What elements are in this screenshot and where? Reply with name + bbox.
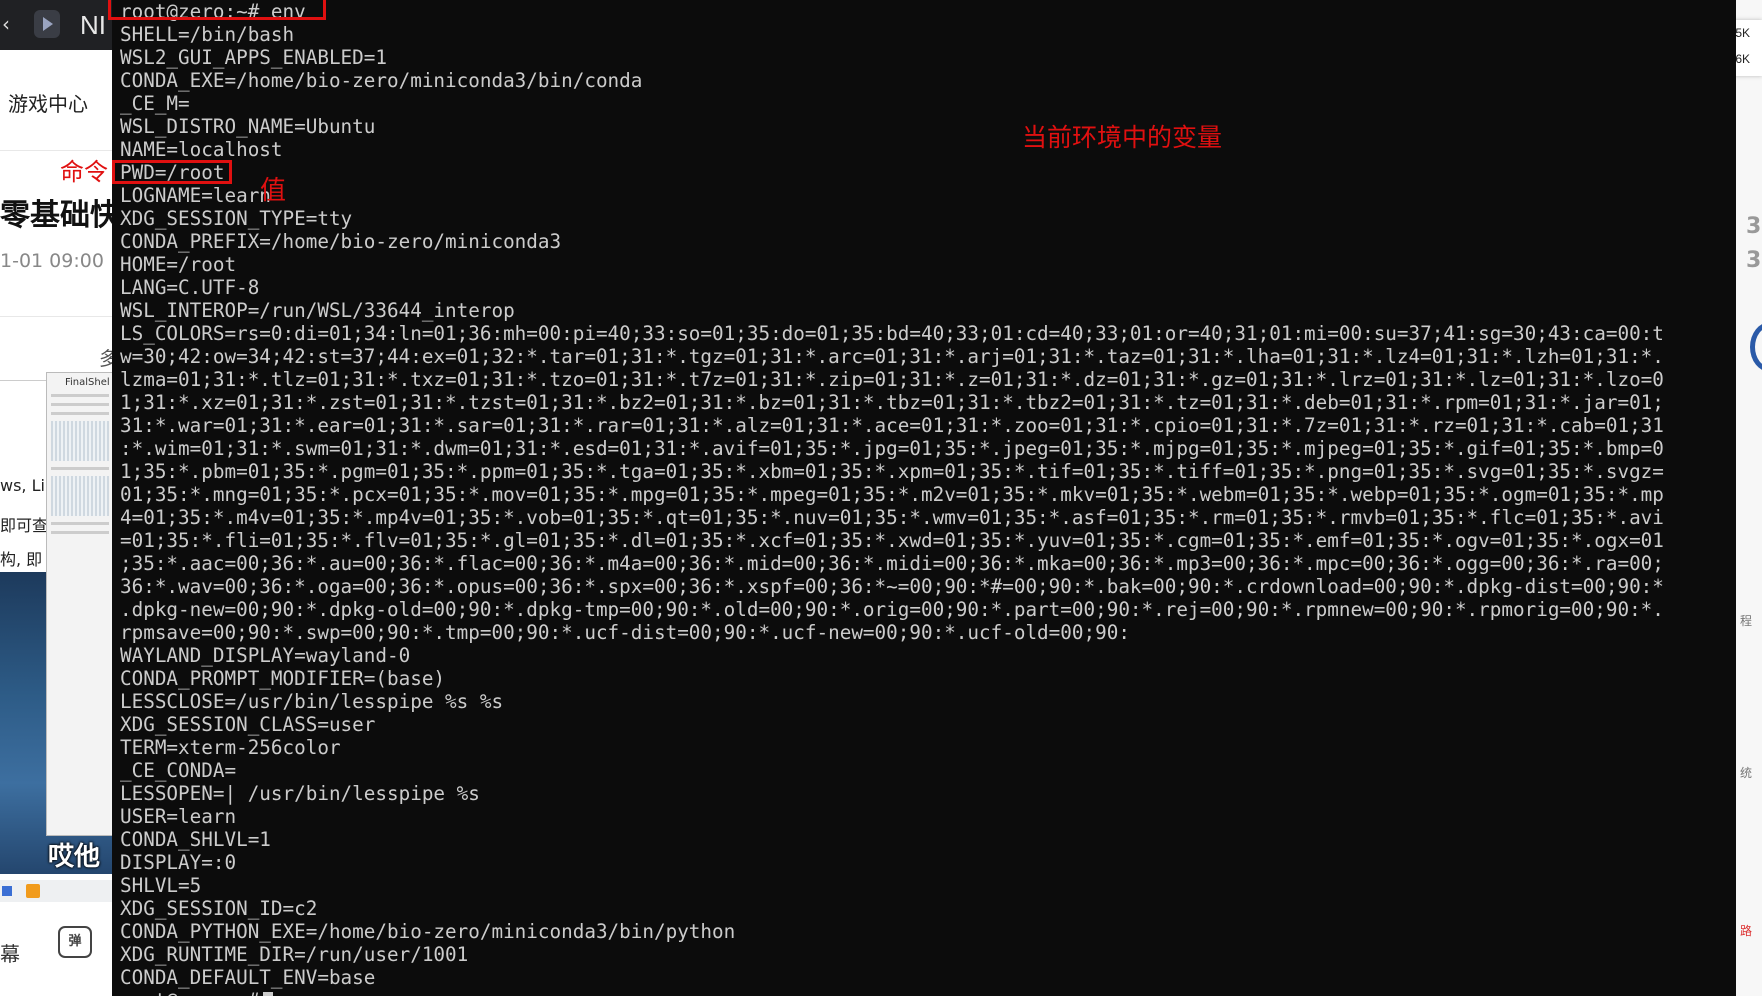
env-variable-line: LANG=C.UTF-8: [120, 276, 260, 299]
env-variable-line: =01;35:*.fli=01;35:*.flv=01;35:*.gl=01;3…: [120, 529, 1664, 552]
command-line: root@zero:~# env: [120, 0, 306, 23]
env-variable-line: NAME=localhost: [120, 138, 283, 161]
env-variable-line: WSL_DISTRO_NAME=Ubuntu: [120, 115, 376, 138]
article-date: 1-01 09:00: [0, 250, 104, 272]
divider: [0, 316, 112, 317]
env-variable-line: _CE_CONDA=: [120, 759, 237, 782]
env-variable-line: WAYLAND_DISPLAY=wayland-0: [120, 644, 411, 667]
value-annotation: 值: [260, 176, 287, 206]
env-variable-line: 1;31:*.xz=01;31:*.zst=01;31:*.tzst=01;31…: [120, 391, 1664, 414]
env-variable-line: SHELL=/bin/bash: [120, 23, 295, 46]
browser-tab-title[interactable]: NI: [80, 10, 106, 41]
divider: [0, 150, 112, 151]
env-variable-line: XDG_SESSION_ID=c2: [120, 897, 318, 920]
play-icon[interactable]: [26, 884, 40, 898]
background-fragment: 3: [1746, 214, 1762, 239]
danmu-label: 幕: [0, 942, 20, 966]
env-variable-line: LESSOPEN=| /usr/bin/lesspipe %s: [120, 782, 480, 805]
more-text: 多: [99, 348, 112, 370]
video-control-area: [0, 874, 112, 996]
env-variable-line: SHLVL=5: [120, 874, 202, 897]
env-variable-line: lzma=01;31:*.tlz=01;31:*.txz=01;31:*.tzo…: [120, 368, 1664, 391]
env-variable-line: LS_COLORS=rs=0:di=01;34:ln=01;36:mh=00:p…: [120, 322, 1664, 345]
env-variable-line: XDG_SESSION_TYPE=tty: [120, 207, 353, 230]
env-variable-line: DISPLAY=:0: [120, 851, 237, 874]
env-variable-line: rpmsave=00;90:*.swp=00;90:*.tmp=00;90:*.…: [120, 621, 1130, 644]
env-variable-line: CONDA_DEFAULT_ENV=base: [120, 966, 376, 989]
env-variable-line: LESSCLOSE=/usr/bin/lesspipe %s %s: [120, 690, 504, 713]
finalshell-window: FinalShel: [46, 372, 112, 836]
background-fragment: 路: [1740, 924, 1753, 938]
env-variables-annotation: 当前环境中的变量: [1022, 123, 1223, 152]
background-browser-window: ‹ NI 游戏中心 零基础快 1-01 09:00 多 ws, Lir 即可查 …: [0, 0, 112, 996]
env-variable-line: CONDA_SHLVL=1: [120, 828, 271, 851]
background-fragment: 程: [1740, 614, 1753, 628]
env-variable-line: :*.wim=01;31:*.swm=01;31:*.dwm=01;31:*.e…: [120, 437, 1664, 460]
background-right-window: 3 3 程 统 路: [1736, 0, 1762, 996]
env-variable-line: 36:*.wav=00;36:*.oga=00;36:*.opus=00;36:…: [120, 575, 1664, 598]
terminal-window[interactable]: root@zero:~# env SHELL=/bin/bash WSL2_GUI_…: [112, 0, 1736, 996]
finalshell-cpu-chart: [51, 421, 109, 461]
env-variable-line: CONDA_EXE=/home/bio-zero/miniconda3/bin/…: [120, 69, 643, 92]
article-text-line: ws, Lir: [0, 476, 52, 495]
env-variable-line: XDG_SESSION_CLASS=user: [120, 713, 376, 736]
background-logo-icon: [1750, 322, 1762, 372]
env-variable-line: CONDA_PROMPT_MODIFIER=(base): [120, 667, 446, 690]
env-variable-line: 1;35:*.pbm=01;35:*.pgm=01;35:*.ppm=01;35…: [120, 460, 1664, 483]
finalshell-info-line: [51, 403, 109, 406]
env-variable-line: LOGNAME=learn: [120, 184, 271, 207]
env-variable-line: 01;35:*.mng=01;35:*.pcx=01;35:*.mov=01;3…: [120, 483, 1664, 506]
pwd-highlight-box: [112, 160, 232, 184]
video-subtitle: 哎他: [48, 842, 101, 872]
env-variable-line: CONDA_PYTHON_EXE=/home/bio-zero/minicond…: [120, 920, 736, 943]
player-toolbar: [0, 880, 112, 902]
env-variable-line: w=30;42:ow=34;42:st=37;44:ex=01;32:*.tar…: [120, 345, 1664, 368]
article-text-line: 构, 即: [0, 550, 43, 569]
finalshell-info-line: [51, 412, 109, 415]
finalshell-title: FinalShel: [65, 377, 110, 388]
env-variable-line: XDG_RUNTIME_DIR=/run/user/1001: [120, 943, 469, 966]
env-variable-line: PWD=/root: [120, 161, 225, 184]
finalshell-info-line: [51, 522, 109, 525]
env-variable-line: _CE_M=: [120, 92, 190, 115]
background-fragment: 统: [1740, 766, 1753, 780]
danmu-toggle-icon[interactable]: 弹: [58, 926, 92, 958]
env-variable-line: .dpkg-new=00;90:*.dpkg-old=00;90:*.dpkg-…: [120, 598, 1664, 621]
article-text-line: 即可查: [0, 516, 49, 535]
command-annotation: 命令: [60, 158, 108, 186]
terminal-cursor: [263, 991, 274, 996]
terminal-output[interactable]: root@zero:~# env SHELL=/bin/bash WSL2_GUI_…: [120, 0, 1664, 996]
env-variable-line: ;35:*.aac=00;36:*.au=00;36:*.flac=00;36:…: [120, 552, 1664, 575]
env-variable-line: 31:*.war=01;31:*.ear=01;31:*.sar=01;31:*…: [120, 414, 1664, 437]
nav-game-center[interactable]: 游戏中心: [8, 88, 88, 117]
article-title: 零基础快: [0, 198, 112, 233]
env-variable-line: HOME=/root: [120, 253, 237, 276]
prompt-line: root@zero:~#: [120, 989, 1664, 996]
env-variable-line: TERM=xterm-256color: [120, 736, 341, 759]
finalshell-info-line: [51, 394, 109, 397]
back-chevron-icon[interactable]: ‹: [2, 12, 10, 36]
finalshell-info-line: [51, 531, 109, 534]
command-highlight-box: [108, 0, 326, 20]
app-icon[interactable]: [2, 886, 12, 896]
env-variable-line: USER=learn: [120, 805, 237, 828]
env-variable-line: WSL2_GUI_APPS_ENABLED=1: [120, 46, 387, 69]
env-variable-line: WSL_INTEROP=/run/WSL/33644_interop: [120, 299, 515, 322]
browser-tab-bar: ‹ NI: [0, 0, 112, 50]
env-variable-line: 4=01;35:*.m4v=01;35:*.mp4v=01;35:*.vob=0…: [120, 506, 1664, 529]
background-fragment: 3: [1746, 248, 1762, 273]
video-tab-icon[interactable]: [34, 10, 60, 38]
finalshell-net-chart: [51, 476, 109, 516]
finalshell-info-line: [51, 467, 109, 470]
env-variable-line: CONDA_PREFIX=/home/bio-zero/miniconda3: [120, 230, 562, 253]
